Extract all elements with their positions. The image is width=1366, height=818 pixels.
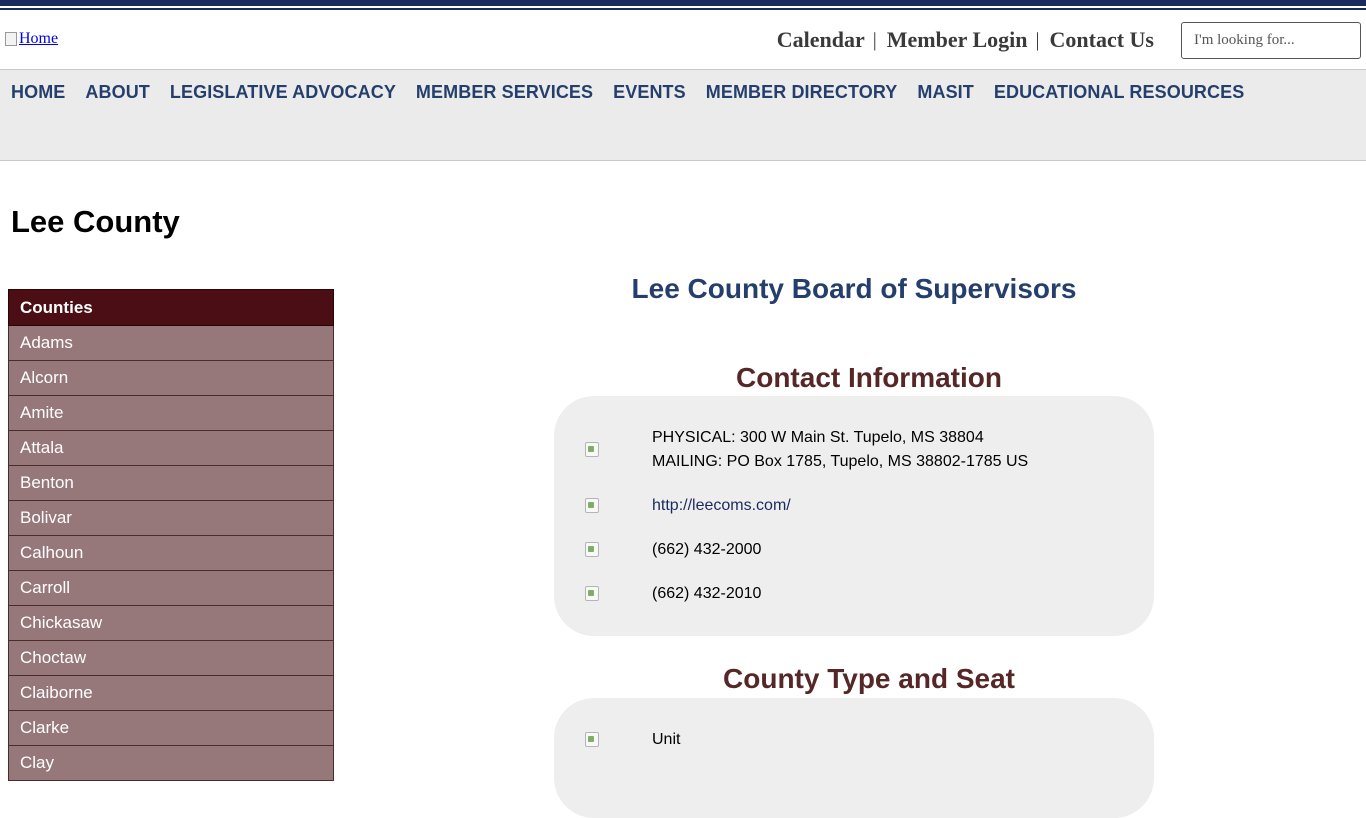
- broken-image-icon: [5, 32, 17, 46]
- sidebar-item-bolivar[interactable]: Bolivar: [8, 501, 334, 536]
- phone-row: (662) 432-2000: [554, 538, 1154, 562]
- site-header: Home Calendar | Member Login | Contact U…: [0, 10, 1366, 69]
- util-separator: |: [872, 28, 877, 51]
- county-type-section-title: County Type and Seat: [723, 663, 1015, 694]
- top-border: [0, 0, 1366, 10]
- sidebar-item-chickasaw[interactable]: Chickasaw: [8, 606, 334, 641]
- nav-item-educational-resources[interactable]: EDUCATIONAL RESOURCES: [994, 70, 1244, 115]
- sidebar-item-carroll[interactable]: Carroll: [8, 571, 334, 606]
- nav-item-member-services[interactable]: MEMBER SERVICES: [416, 70, 593, 115]
- top-border-navy: [0, 0, 1366, 6]
- home-logo-alt-text: Home: [19, 30, 59, 47]
- contact-us-link[interactable]: Contact Us: [1050, 27, 1155, 53]
- sidebar-item-adams[interactable]: Adams: [8, 326, 334, 361]
- contact-info-box: PHYSICAL: 300 W Main St. Tupelo, MS 3880…: [554, 396, 1154, 636]
- sidebar-item-benton[interactable]: Benton: [8, 466, 334, 501]
- page-title: Lee County: [11, 204, 180, 239]
- sidebar-item-clay[interactable]: Clay: [8, 746, 334, 781]
- home-logo-link[interactable]: Home: [5, 30, 58, 48]
- fax-icon: [585, 586, 599, 601]
- nav-item-home[interactable]: HOME: [11, 70, 65, 115]
- sidebar-item-claiborne[interactable]: Claiborne: [8, 676, 334, 711]
- physical-address: PHYSICAL: 300 W Main St. Tupelo, MS 3880…: [652, 429, 984, 446]
- fax-row: (662) 432-2010: [554, 582, 1154, 606]
- sidebar-item-clarke[interactable]: Clarke: [8, 711, 334, 746]
- phone-icon: [585, 542, 599, 557]
- search-input[interactable]: [1181, 22, 1361, 59]
- address-row: PHYSICAL: 300 W Main St. Tupelo, MS 3880…: [554, 426, 1154, 476]
- mailing-address: MAILING: PO Box 1785, Tupelo, MS 38802-1…: [652, 453, 1029, 470]
- counties-sidebar: Counties Adams Alcorn Amite Attala Bento…: [8, 289, 334, 781]
- util-separator: |: [1035, 28, 1040, 51]
- website-icon: [585, 498, 599, 513]
- sidebar-heading[interactable]: Counties: [8, 289, 334, 326]
- sidebar-item-attala[interactable]: Attala: [8, 431, 334, 466]
- nav-item-member-directory[interactable]: MEMBER DIRECTORY: [706, 70, 898, 115]
- contact-section-title: Contact Information: [736, 362, 1002, 393]
- address-icon: [585, 442, 599, 457]
- calendar-link[interactable]: Calendar: [777, 27, 865, 53]
- website-row: http://leecoms.com/: [554, 494, 1154, 518]
- county-type-row: Unit: [554, 728, 1154, 752]
- sidebar-item-choctaw[interactable]: Choctaw: [8, 641, 334, 676]
- county-type-icon: [585, 732, 599, 747]
- utility-links: Calendar | Member Login | Contact Us: [777, 27, 1154, 53]
- county-type-value: Unit: [652, 731, 681, 748]
- address-text: PHYSICAL: 300 W Main St. Tupelo, MS 3880…: [652, 426, 1028, 474]
- phone-number: (662) 432-2000: [652, 541, 762, 558]
- nav-item-masit[interactable]: MASIT: [917, 70, 974, 115]
- sidebar-item-alcorn[interactable]: Alcorn: [8, 361, 334, 396]
- sidebar-item-calhoun[interactable]: Calhoun: [8, 536, 334, 571]
- main-nav: HOME ABOUT LEGISLATIVE ADVOCACY MEMBER S…: [0, 69, 1366, 161]
- fax-number: (662) 432-2010: [652, 585, 762, 602]
- county-type-box: Unit: [554, 698, 1154, 818]
- website-link[interactable]: http://leecoms.com/: [652, 497, 791, 514]
- org-title: Lee County Board of Supervisors: [631, 273, 1077, 304]
- nav-item-events[interactable]: EVENTS: [613, 70, 686, 115]
- nav-item-legislative-advocacy[interactable]: LEGISLATIVE ADVOCACY: [170, 70, 396, 115]
- nav-item-about[interactable]: ABOUT: [85, 70, 150, 115]
- member-login-link[interactable]: Member Login: [887, 27, 1028, 53]
- sidebar-item-amite[interactable]: Amite: [8, 396, 334, 431]
